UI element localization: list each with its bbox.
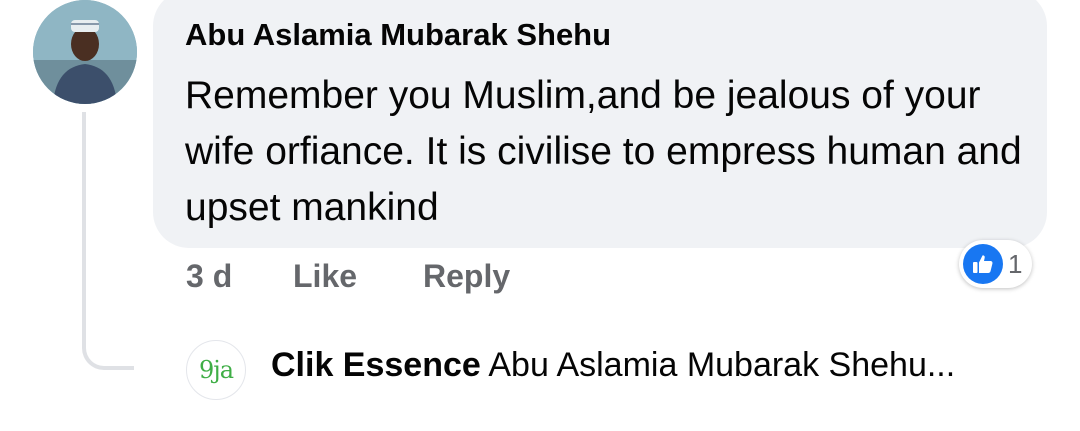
reaction-count: 1 — [1008, 248, 1023, 279]
like-button[interactable]: Like — [293, 258, 357, 295]
reaction-summary[interactable]: 1 — [959, 240, 1033, 288]
thumbs-up-icon — [963, 244, 1003, 284]
thread-connector-line — [82, 112, 134, 370]
reply-button[interactable]: Reply — [423, 258, 510, 295]
naija-logo: 9ja — [198, 356, 234, 384]
comment-thread: Abu Aslamia Mubarak Shehu Remember you M… — [0, 0, 1080, 431]
comment-body-text: Remember you Muslim,and be jealous of yo… — [185, 74, 1022, 229]
reply-author-name[interactable]: Clik Essence — [271, 346, 481, 384]
avatar-photo — [33, 0, 137, 104]
reply-preview[interactable]: Clik Essence Abu Aslamia Mubarak Shehu..… — [271, 346, 955, 385]
reply-author-avatar[interactable]: 9ja — [186, 340, 246, 400]
reply-preview-text: Abu Aslamia Mubarak Shehu... — [488, 346, 956, 384]
comment-author-name[interactable]: Abu Aslamia Mubarak Shehu — [185, 17, 611, 53]
commenter-avatar[interactable] — [33, 0, 137, 104]
comment-timestamp[interactable]: 3 d — [186, 258, 232, 295]
